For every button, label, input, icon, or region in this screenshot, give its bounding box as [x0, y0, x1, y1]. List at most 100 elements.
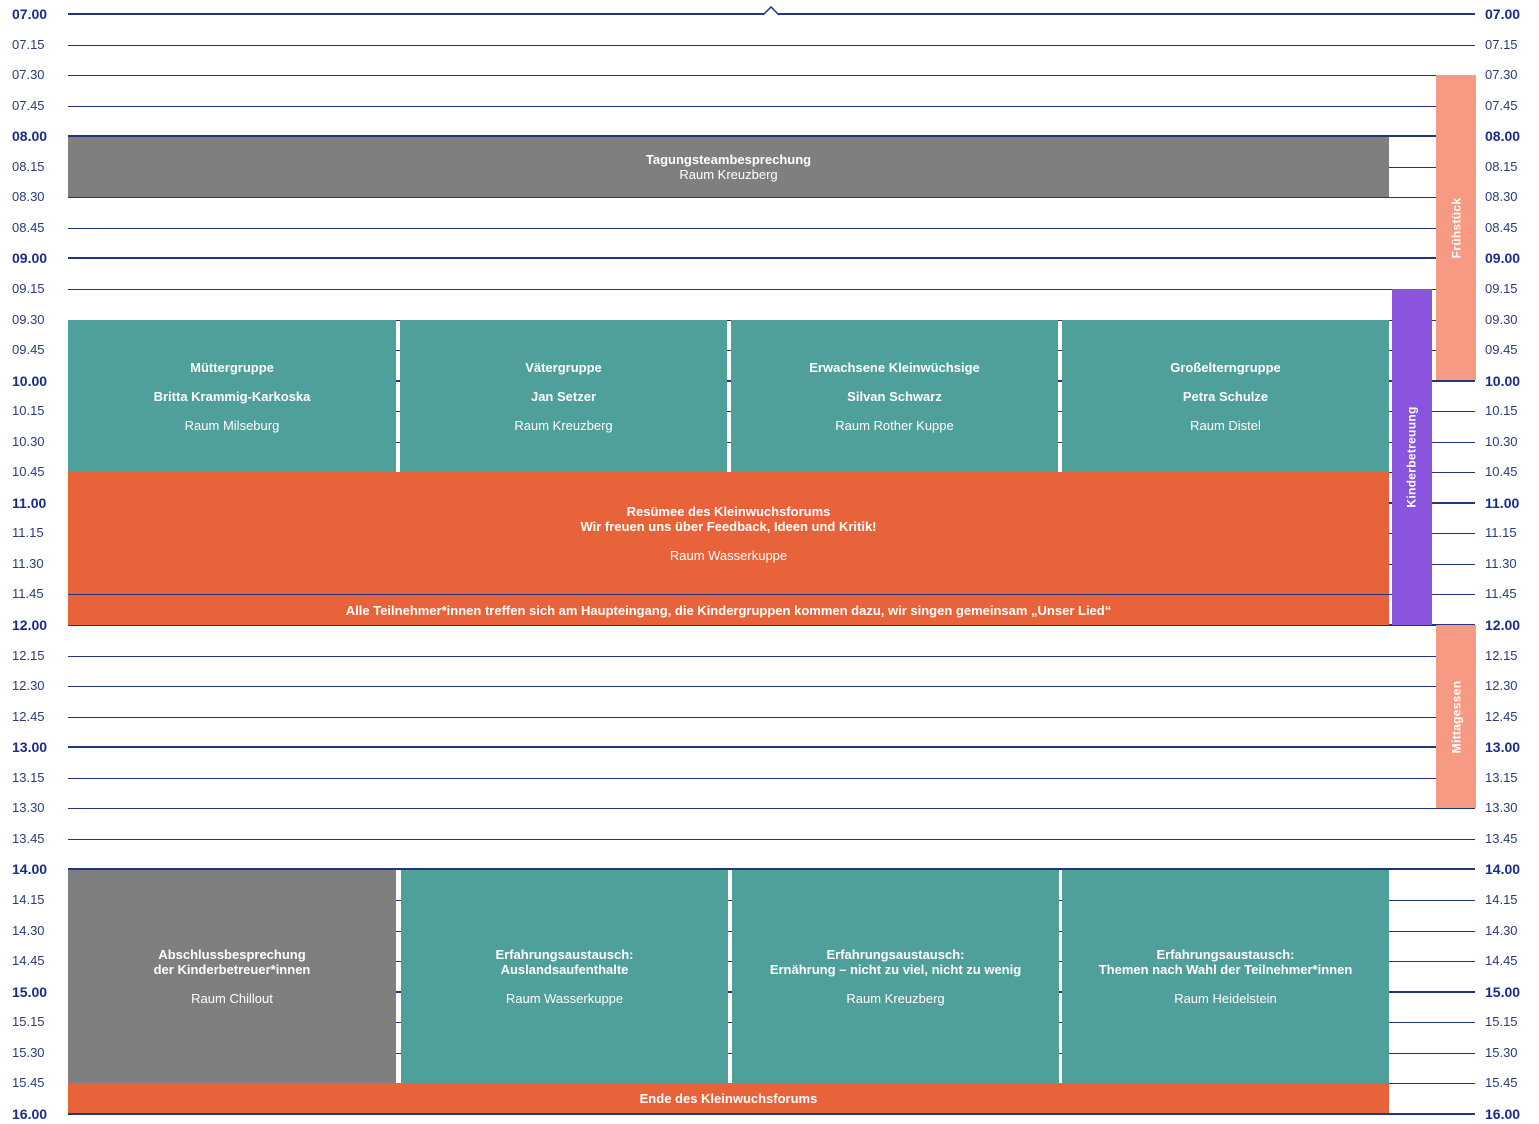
session-room: Raum Milseburg — [184, 417, 280, 433]
session-title: Resümee des Kleinwuchsforums — [626, 503, 831, 519]
time-label-left: 08.15 — [12, 159, 45, 174]
session-themen-nach-wahl[interactable]: Erfahrungsaustausch: Themen nach Wahl de… — [1062, 870, 1389, 1083]
gridline — [68, 746, 1475, 748]
session-kinderbetreuung[interactable]: Kinderbetreuung — [1392, 289, 1432, 625]
time-label-left: 13.00 — [12, 739, 48, 755]
time-label-right: 14.00 — [1485, 861, 1521, 877]
time-label-left: 12.30 — [12, 678, 45, 693]
gridline — [68, 656, 1475, 657]
gridline — [68, 778, 1475, 779]
session-subtitle: Wir freuen uns über Feedback, Ideen und … — [580, 518, 877, 534]
time-label-right: 07.00 — [1485, 6, 1521, 22]
time-label-left: 09.00 — [12, 250, 48, 266]
session-title: Erwachsene Kleinwüchsige — [809, 359, 980, 375]
time-label-left: 15.15 — [12, 1014, 45, 1029]
session-grosselterngruppe[interactable]: Großelterngruppe Petra Schulze Raum Dist… — [1062, 320, 1389, 472]
time-label-right: 07.30 — [1485, 67, 1518, 82]
time-label-right: 08.30 — [1485, 189, 1518, 204]
time-label-left: 12.15 — [12, 648, 45, 663]
time-label-left: 13.15 — [12, 770, 45, 785]
time-label-left: 14.00 — [12, 861, 48, 877]
session-ende[interactable]: Ende des Kleinwuchsforums — [68, 1083, 1389, 1113]
time-label-right: 15.45 — [1485, 1075, 1518, 1090]
time-label-right: 13.30 — [1485, 800, 1518, 815]
time-label-left: 08.45 — [12, 220, 45, 235]
time-label-left: 09.30 — [12, 312, 45, 327]
session-host: Petra Schulze — [1182, 388, 1269, 404]
session-vaetergruppe[interactable]: Vätergruppe Jan Setzer Raum Kreuzberg — [400, 320, 727, 472]
gridline — [68, 717, 1475, 718]
time-label-right: 12.00 — [1485, 617, 1521, 633]
time-label-left: 14.15 — [12, 892, 45, 907]
time-label-right: 11.30 — [1485, 556, 1517, 571]
gridline — [68, 686, 1475, 687]
gridline — [68, 197, 1475, 198]
time-label-left: 11.15 — [12, 525, 44, 540]
session-ernaehrung[interactable]: Erfahrungsaustausch: Ernährung – nicht z… — [732, 870, 1059, 1083]
session-title: Alle Teilnehmer*innen treffen sich am Ha… — [345, 602, 1112, 618]
time-label-right: 14.45 — [1485, 953, 1518, 968]
time-label-right: 10.00 — [1485, 373, 1521, 389]
session-title: Tagungsteambesprechung — [645, 152, 812, 167]
session-host: Jan Setzer — [530, 388, 597, 404]
session-subtitle: Ernährung – nicht zu viel, nicht zu weni… — [769, 962, 1022, 977]
session-label: Kinderbetreuung — [1405, 406, 1420, 508]
time-label-left: 10.30 — [12, 434, 45, 449]
session-room: Raum Wasserkuppe — [669, 547, 788, 563]
time-label-left: 09.15 — [12, 281, 45, 296]
meal-label: Mittagessen — [1449, 680, 1463, 753]
time-label-right: 09.00 — [1485, 250, 1521, 266]
session-alle-teilnehmer[interactable]: Alle Teilnehmer*innen treffen sich am Ha… — [68, 595, 1389, 625]
session-auslandsaufenthalte[interactable]: Erfahrungsaustausch: Auslandsaufenthalte… — [401, 870, 728, 1083]
time-label-right: 07.45 — [1485, 98, 1518, 113]
time-label-left: 10.45 — [12, 464, 45, 479]
time-label-left: 07.45 — [12, 98, 45, 113]
session-resuemee[interactable]: Resümee des Kleinwuchsforums Wir freuen … — [68, 472, 1389, 594]
gridline — [68, 75, 1475, 76]
time-label-right: 11.00 — [1485, 495, 1520, 511]
session-erwachsene-kleinwuechsige[interactable]: Erwachsene Kleinwüchsige Silvan Schwarz … — [731, 320, 1058, 472]
time-label-left: 15.45 — [12, 1075, 45, 1090]
session-title: Müttergruppe — [190, 359, 274, 375]
gridline — [68, 45, 1475, 46]
session-subtitle: Themen nach Wahl der Teilnehmer*innen — [1098, 962, 1353, 977]
time-label-right: 07.15 — [1485, 37, 1518, 52]
time-label-left: 10.00 — [12, 373, 48, 389]
time-label-right: 15.00 — [1485, 984, 1521, 1000]
session-muettergruppe[interactable]: Müttergruppe Britta Krammig-Karkoska Rau… — [68, 320, 396, 472]
time-label-left: 10.15 — [12, 403, 45, 418]
time-label-left: 08.00 — [12, 128, 48, 144]
time-label-right: 10.15 — [1485, 403, 1518, 418]
session-title: Großelterngruppe — [1170, 359, 1281, 375]
time-label-right: 13.00 — [1485, 739, 1521, 755]
time-label-left: 07.00 — [12, 6, 48, 22]
time-label-right: 08.00 — [1485, 128, 1521, 144]
meal-mittagessen[interactable]: Mittagessen — [1436, 625, 1476, 808]
time-label-left: 08.30 — [12, 189, 45, 204]
session-room: Raum Kreuzberg — [679, 167, 778, 182]
time-label-right: 13.45 — [1485, 831, 1518, 846]
time-label-right: 14.15 — [1485, 892, 1518, 907]
time-label-right: 12.15 — [1485, 648, 1518, 663]
time-label-right: 10.45 — [1485, 464, 1518, 479]
time-label-left: 13.45 — [12, 831, 45, 846]
time-label-right: 14.30 — [1485, 923, 1518, 938]
session-abschlussbesprechung[interactable]: Abschlussbesprechung der Kinderbetreuer*… — [68, 870, 396, 1083]
session-title: Abschlussbesprechung — [158, 947, 306, 962]
time-label-left: 15.00 — [12, 984, 48, 1000]
time-label-left: 07.15 — [12, 37, 45, 52]
time-label-left: 13.30 — [12, 800, 45, 815]
meal-fruehstueck[interactable]: Frühstück — [1436, 75, 1476, 380]
time-label-left: 09.45 — [12, 342, 45, 357]
time-label-left: 15.30 — [12, 1045, 45, 1060]
meal-label: Frühstück — [1449, 197, 1463, 258]
time-label-left: 11.30 — [12, 556, 44, 571]
time-label-right: 11.45 — [1485, 586, 1517, 601]
gridline — [68, 228, 1475, 229]
session-tagungsteambesprechung[interactable]: Tagungsteambesprechung Raum Kreuzberg — [68, 137, 1389, 197]
time-label-left: 12.45 — [12, 709, 45, 724]
time-label-right: 16.00 — [1485, 1106, 1521, 1122]
collapse-caret-icon[interactable] — [762, 6, 780, 16]
session-room: Raum Kreuzberg — [846, 991, 945, 1006]
time-label-left: 16.00 — [12, 1106, 48, 1122]
